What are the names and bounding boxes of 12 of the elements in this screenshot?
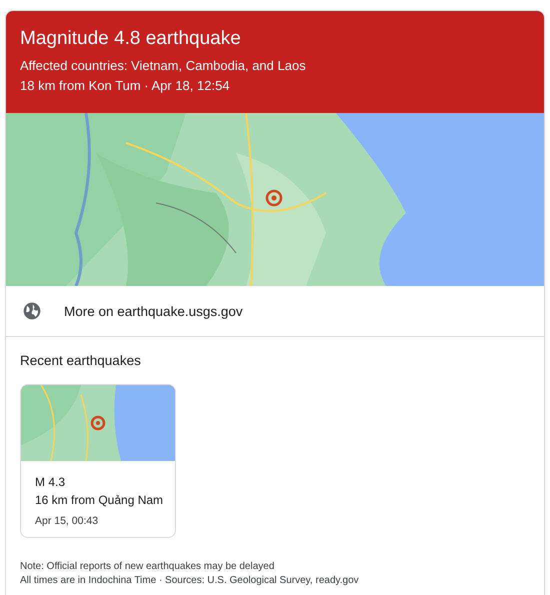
footnote: All times are in Indochina Time · Sources: U.S. Geological Survey, ready.gov <box>20 574 360 588</box>
quake-title: Magnitude 4.8 earthquake <box>20 28 242 50</box>
quake-detail: 18 km from Kon Tum · Apr 18, 12:54 <box>20 77 231 95</box>
quake-card[interactable]: M 4.3 16 km from Quảng Nam Apr 15, 00:43 <box>20 384 176 538</box>
globe-icon <box>22 301 42 321</box>
section-heading: Recent earthquakes <box>20 353 142 368</box>
magnitude: M 4.3 <box>35 474 66 491</box>
footnote: Note: Official reports of new earthquakes may be delayed <box>20 560 276 574</box>
quake-location: 16 km from Quảng Nam <box>35 492 161 509</box>
affected-countries: Affected countries: Vietnam, Cambodia, and Laos <box>20 57 307 75</box>
usgs-link[interactable]: More on earthquake.usgs.gov <box>6 286 544 337</box>
quake-time: Apr 15, 00:43 <box>35 515 100 527</box>
